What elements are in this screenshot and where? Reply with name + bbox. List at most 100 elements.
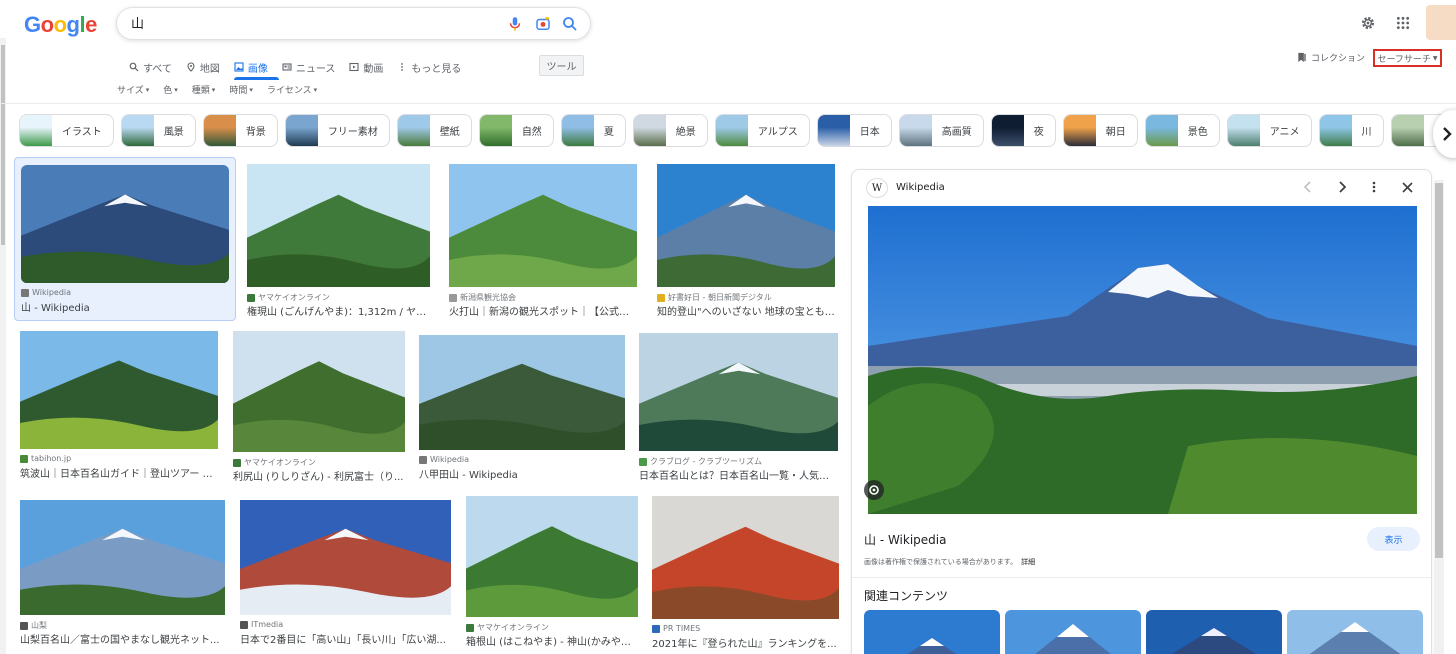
filter-dropdown[interactable]: 色 ▾: [163, 83, 178, 97]
camera-lens-icon[interactable]: [534, 15, 552, 33]
image-result[interactable]: 好書好日 - 朝日新聞デジタル 知的登山"へのいざない 地球の宝とも言...: [657, 164, 835, 322]
filter-dropdown[interactable]: 種類 ▾: [192, 83, 216, 97]
result-source[interactable]: 新潟県観光協会: [449, 292, 637, 303]
safesearch-dropdown[interactable]: セーフサーチ ▼: [1373, 49, 1442, 67]
image-result[interactable]: ヤマケイオンライン 利尻山 (りしりざん) - 利尻富士（り...: [233, 331, 405, 487]
related-thumbnail[interactable]: [1146, 610, 1282, 654]
microphone-icon[interactable]: [506, 15, 524, 33]
result-thumbnail[interactable]: [652, 496, 839, 619]
result-title[interactable]: 山 - Wikipedia: [21, 299, 229, 314]
result-title[interactable]: 箱根山 (はこねやま) - 神山(かみやま)...: [466, 633, 638, 648]
apps-grid-icon[interactable]: [1396, 16, 1410, 30]
result-thumbnail[interactable]: [449, 164, 637, 287]
search-chip[interactable]: 自然: [478, 114, 554, 147]
search-chip[interactable]: 夏: [560, 114, 626, 147]
search-input[interactable]: [131, 15, 491, 30]
result-thumbnail[interactable]: [419, 335, 625, 450]
related-thumbnail[interactable]: [1287, 610, 1423, 654]
tab-3[interactable]: ニュース: [282, 58, 335, 76]
tab-2[interactable]: 画像: [234, 58, 268, 76]
result-source[interactable]: ITmedia: [240, 620, 451, 629]
result-title[interactable]: 利尻山 (りしりざん) - 利尻富士（り...: [233, 468, 405, 483]
result-thumbnail[interactable]: [20, 331, 218, 449]
result-title[interactable]: 日本で2番目に「高い山」「長い川」「広い湖...: [240, 631, 451, 646]
search-chip[interactable]: 高画質: [898, 114, 984, 147]
result-thumbnail[interactable]: [639, 333, 838, 451]
result-thumbnail[interactable]: [466, 496, 638, 617]
result-thumbnail[interactable]: [247, 164, 430, 287]
search-box[interactable]: [116, 7, 591, 40]
tab-5[interactable]: もっと見る: [397, 58, 461, 76]
panel-source-name[interactable]: Wikipedia: [896, 182, 945, 193]
search-chip[interactable]: フリー素材: [284, 114, 390, 147]
google-lens-icon[interactable]: [864, 480, 884, 500]
result-title[interactable]: 火打山｜新潟の観光スポット｜【公式】...: [449, 303, 637, 318]
tools-button[interactable]: ツール: [539, 55, 584, 76]
image-result[interactable]: ヤマケイオンライン 箱根山 (はこねやま) - 神山(かみやま)...: [466, 496, 638, 652]
search-chip[interactable]: 壁紙: [396, 114, 472, 147]
result-source[interactable]: Wikipedia: [419, 455, 625, 464]
result-source[interactable]: ヤマケイオンライン: [233, 457, 405, 468]
search-chip[interactable]: アルプス: [714, 114, 810, 147]
search-chip[interactable]: 風景: [120, 114, 196, 147]
image-result[interactable]: クラブログ - クラブツーリズム 日本百名山とは？日本百名山一覧・人気の...: [639, 333, 838, 486]
google-logo[interactable]: Google: [24, 12, 97, 38]
result-thumbnail[interactable]: [240, 500, 451, 615]
result-source[interactable]: ヤマケイオンライン: [247, 292, 430, 303]
details-link[interactable]: 詳細: [1021, 558, 1035, 566]
view-button[interactable]: 表示: [1367, 527, 1420, 551]
search-chip[interactable]: 日本: [816, 114, 892, 147]
image-result[interactable]: 新潟県観光協会 火打山｜新潟の観光スポット｜【公式】...: [449, 164, 637, 322]
result-title[interactable]: 2021年に『登られた山』ランキングを...: [652, 635, 839, 650]
search-chip[interactable]: 朝日: [1062, 114, 1138, 147]
filter-dropdown[interactable]: ライセンス ▾: [267, 83, 317, 97]
gear-icon[interactable]: [1360, 15, 1376, 31]
result-source[interactable]: 山梨: [20, 620, 225, 631]
tab-4[interactable]: 動画: [349, 58, 383, 76]
search-chip[interactable]: 川: [1318, 114, 1384, 147]
result-title[interactable]: 山梨百名山／富士の国やまなし観光ネット...: [20, 631, 225, 646]
tab-1[interactable]: 地図: [186, 58, 220, 76]
image-result[interactable]: ヤマケイオンライン 権現山 (ごんげんやま)：1,312m / ヤマ...: [247, 164, 430, 322]
previous-button[interactable]: [1300, 179, 1316, 195]
filter-dropdown[interactable]: 時間 ▾: [229, 83, 253, 97]
result-source[interactable]: Wikipedia: [21, 288, 229, 297]
result-title[interactable]: 日本百名山とは？日本百名山一覧・人気の...: [639, 467, 838, 482]
search-icon[interactable]: [561, 15, 579, 33]
tab-0[interactable]: すべて: [129, 58, 172, 76]
result-title[interactable]: 知的登山"へのいざない 地球の宝とも言...: [657, 303, 835, 318]
result-source[interactable]: クラブログ - クラブツーリズム: [639, 456, 838, 467]
image-result[interactable]: PR TIMES 2021年に『登られた山』ランキングを...: [652, 496, 839, 654]
image-result[interactable]: Wikipedia 山 - Wikipedia: [21, 165, 229, 318]
result-thumbnail[interactable]: [233, 331, 405, 452]
search-chip[interactable]: 夜: [990, 114, 1056, 147]
result-title[interactable]: 八甲田山 - Wikipedia: [419, 466, 625, 481]
result-title[interactable]: 権現山 (ごんげんやま)：1,312m / ヤマ...: [247, 303, 430, 318]
preview-image[interactable]: [868, 206, 1417, 514]
search-chip[interactable]: アニメ: [1226, 114, 1312, 147]
result-thumbnail[interactable]: [20, 500, 225, 615]
more-options-button[interactable]: [1366, 179, 1382, 195]
image-result[interactable]: Wikipedia 八甲田山 - Wikipedia: [419, 335, 625, 485]
image-result[interactable]: tabihon.jp 筑波山｜日本百名山ガイド｜登山ツアー 山...: [20, 331, 218, 484]
result-source[interactable]: ヤマケイオンライン: [466, 622, 638, 633]
result-source[interactable]: 好書好日 - 朝日新聞デジタル: [657, 292, 835, 303]
result-title[interactable]: 筑波山｜日本百名山ガイド｜登山ツアー 山...: [20, 465, 218, 480]
image-result[interactable]: ITmedia 日本で2番目に「高い山」「長い川」「広い湖...: [240, 500, 451, 650]
related-thumbnail[interactable]: [1005, 610, 1141, 654]
collection-link[interactable]: コレクション: [1297, 51, 1365, 64]
result-thumbnail[interactable]: [21, 165, 229, 283]
image-result[interactable]: 山梨 山梨百名山／富士の国やまなし観光ネット...: [20, 500, 225, 650]
page-scrollbar-thumb[interactable]: [1, 45, 5, 245]
result-thumbnail[interactable]: [657, 164, 835, 287]
result-source[interactable]: PR TIMES: [652, 624, 839, 633]
result-source[interactable]: tabihon.jp: [20, 454, 218, 463]
avatar[interactable]: [1426, 5, 1456, 40]
search-chip[interactable]: 景色: [1144, 114, 1220, 147]
related-thumbnail[interactable]: [864, 610, 1000, 654]
panel-scrollbar-thumb[interactable]: [1435, 183, 1443, 558]
next-button[interactable]: [1334, 179, 1350, 195]
close-button[interactable]: [1399, 179, 1415, 195]
preview-title[interactable]: 山 - Wikipedia: [864, 531, 946, 548]
search-chip[interactable]: イラスト: [19, 114, 114, 147]
